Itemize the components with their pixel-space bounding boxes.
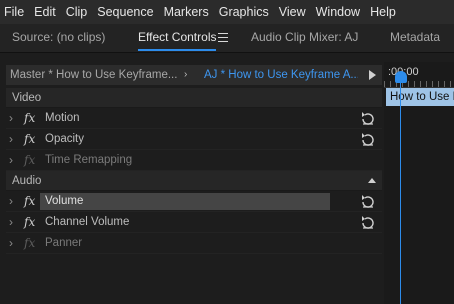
triangle-up-icon[interactable] (368, 178, 376, 183)
effect-label-opacity: Opacity (45, 133, 84, 145)
tab-source[interactable]: Source: (no clips) (12, 24, 105, 52)
chevron-right-icon[interactable]: › (9, 212, 13, 233)
menu-clip[interactable]: Clip (61, 0, 93, 24)
menu-graphics[interactable]: Graphics (214, 0, 274, 24)
chevron-right-icon[interactable]: › (9, 129, 13, 150)
effect-row-time-remapping[interactable]: › fx Time Remapping (6, 150, 382, 171)
effect-row-opacity[interactable]: › fx Opacity (6, 129, 382, 150)
section-video[interactable]: Video (6, 88, 382, 108)
fx-icon[interactable]: fx (24, 129, 35, 150)
section-video-label: Video (12, 92, 42, 104)
effect-label-time-remapping: Time Remapping (45, 154, 133, 166)
effect-row-channel-volume[interactable]: › fx Channel Volume (6, 212, 382, 233)
menu-help[interactable]: Help (365, 0, 401, 24)
section-audio-label: Audio (12, 175, 42, 187)
chevron-right-icon[interactable]: › (9, 108, 13, 129)
menu-view[interactable]: View (274, 0, 311, 24)
tab-effect-controls-label: Effect Controls (138, 30, 217, 44)
panel-menu-icon[interactable] (218, 33, 228, 42)
tab-metadata[interactable]: Metadata (390, 24, 440, 52)
fx-icon: fx (24, 236, 36, 250)
effect-label-panner: Panner (45, 237, 83, 249)
effect-label-volume: Volume (45, 195, 84, 207)
menu-edit[interactable]: Edit (29, 0, 61, 24)
menu-bar: File Edit Clip Sequence Markers Graphics… (0, 0, 454, 24)
menu-markers[interactable]: Markers (159, 0, 214, 24)
menu-window[interactable]: Window (311, 0, 365, 24)
fx-icon: fx (24, 153, 36, 167)
chevron-right-icon[interactable]: › (9, 150, 13, 171)
effect-label-motion: Motion (45, 112, 80, 124)
chevron-right-icon[interactable]: › (9, 233, 13, 254)
timeline-clip[interactable]: How to Use Ke (386, 88, 454, 106)
effects-list: Video › fx Motion › fx Opacity › fx Time… (6, 88, 382, 254)
source-dropdown-arrow-icon[interactable]: › (184, 65, 187, 85)
effect-row-panner[interactable]: › fx Panner (6, 233, 382, 254)
reset-icon[interactable] (360, 215, 376, 229)
playhead-line (400, 82, 401, 304)
chevron-right-icon[interactable]: › (9, 191, 13, 212)
effect-label-channel-volume: Channel Volume (45, 216, 130, 228)
menu-file[interactable]: File (0, 0, 29, 24)
sequence-clip-label[interactable]: AJ * How to Use Keyframe A... (204, 65, 358, 85)
play-icon[interactable] (369, 70, 376, 80)
effect-row-motion[interactable]: › fx Motion (6, 108, 382, 129)
fx-icon[interactable]: fx (24, 108, 35, 129)
reset-icon[interactable] (360, 194, 376, 208)
fx-icon[interactable]: fx (24, 191, 35, 212)
source-selector-row: Master * How to Use Keyframe... › AJ * H… (6, 65, 382, 85)
reset-icon[interactable] (360, 111, 376, 125)
fx-icon[interactable]: fx (24, 212, 35, 233)
effect-controls-timeline[interactable]: :00:00 How to Use Ke (384, 62, 454, 304)
reset-icon[interactable] (360, 132, 376, 146)
section-audio[interactable]: Audio (6, 171, 382, 191)
tab-audio-clip-mixer[interactable]: Audio Clip Mixer: AJ (251, 24, 358, 52)
panel-tab-bar: Source: (no clips) Effect Controls Audio… (0, 24, 454, 53)
master-clip-label[interactable]: Master * How to Use Keyframe... (10, 65, 178, 85)
menu-sequence[interactable]: Sequence (92, 0, 158, 24)
effect-row-volume[interactable]: › fx Volume (6, 191, 382, 212)
selection-highlight (40, 193, 330, 210)
playhead-handle[interactable] (395, 71, 407, 83)
